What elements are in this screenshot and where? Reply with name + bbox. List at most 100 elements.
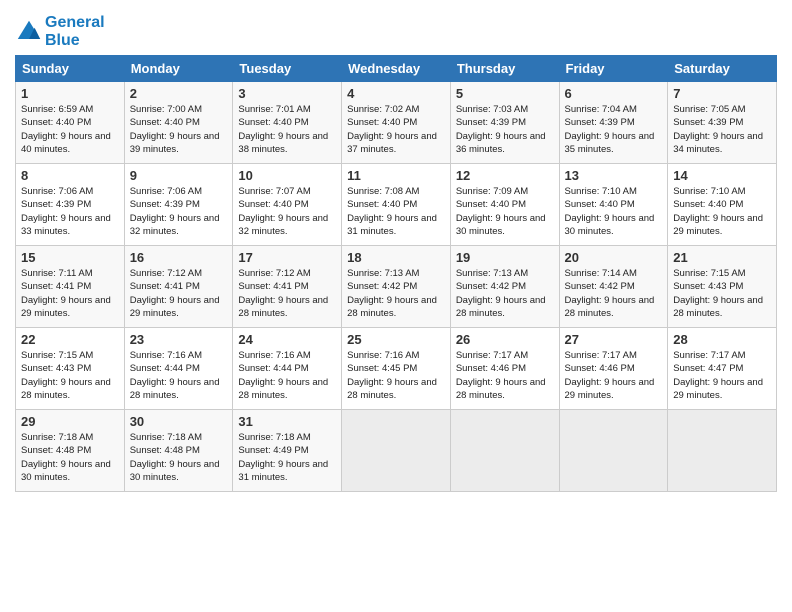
weekday-header: Friday: [559, 56, 668, 82]
calendar-day-cell: 20 Sunrise: 7:14 AMSunset: 4:42 PMDayligh…: [559, 246, 668, 328]
calendar-day-cell: 12Sunrise: 7:09 AMSunset: 4:40 PMDayligh…: [450, 164, 559, 246]
day-number: 23: [130, 332, 228, 347]
day-info: Sunrise: 7:13 AMSunset: 4:42 PMDaylight:…: [347, 267, 445, 320]
calendar-day-cell: 22 Sunrise: 7:15 AMSunset: 4:43 PMDayligh…: [16, 328, 125, 410]
calendar-day-cell: 6Sunrise: 7:04 AMSunset: 4:39 PMDaylight…: [559, 82, 668, 164]
calendar-day-cell: 5 Sunrise: 7:03 AMSunset: 4:39 PMDaylight…: [450, 82, 559, 164]
calendar-day-cell: 3 Sunrise: 7:01 AMSunset: 4:40 PMDaylight…: [233, 82, 342, 164]
day-info: Sunrise: 7:10 AMSunset: 4:40 PMDaylight:…: [673, 185, 771, 238]
calendar-day-cell: 21Sunrise: 7:15 AMSunset: 4:43 PMDayligh…: [668, 246, 777, 328]
day-number: 13: [565, 168, 663, 183]
day-number: 6: [565, 86, 663, 101]
day-number: 28: [673, 332, 771, 347]
day-info: Sunrise: 7:17 AMSunset: 4:46 PMDaylight:…: [456, 349, 554, 402]
calendar-week-row: 29Sunrise: 7:18 AMSunset: 4:48 PMDayligh…: [16, 410, 777, 492]
header-area: General Blue: [15, 10, 777, 49]
logo: General Blue: [15, 14, 105, 49]
calendar-week-row: 22 Sunrise: 7:15 AMSunset: 4:43 PMDayligh…: [16, 328, 777, 410]
day-info: Sunrise: 7:12 AMSunset: 4:41 PMDaylight:…: [130, 267, 228, 320]
day-number: 21: [673, 250, 771, 265]
day-info: Sunrise: 7:14 AMSunset: 4:42 PMDaylight:…: [565, 267, 663, 320]
day-info: Sunrise: 7:11 AMSunset: 4:41 PMDaylight:…: [21, 267, 119, 320]
day-number: 20: [565, 250, 663, 265]
calendar-day-cell: [559, 410, 668, 492]
day-number: 1: [21, 86, 119, 101]
day-info: Sunrise: 7:16 AMSunset: 4:45 PMDaylight:…: [347, 349, 445, 402]
day-number: 3: [238, 86, 336, 101]
calendar-day-cell: 11 Sunrise: 7:08 AMSunset: 4:40 PMDayligh…: [342, 164, 451, 246]
day-number: 24: [238, 332, 336, 347]
day-info: Sunrise: 7:15 AMSunset: 4:43 PMDaylight:…: [21, 349, 119, 402]
day-info: Sunrise: 7:18 AMSunset: 4:49 PMDaylight:…: [238, 431, 336, 484]
day-info: Sunrise: 7:01 AMSunset: 4:40 PMDaylight:…: [238, 103, 336, 156]
calendar-day-cell: [342, 410, 451, 492]
day-number: 22: [21, 332, 119, 347]
day-number: 8: [21, 168, 119, 183]
calendar-day-cell: 8Sunrise: 7:06 AMSunset: 4:39 PMDaylight…: [16, 164, 125, 246]
day-number: 14: [673, 168, 771, 183]
day-info: Sunrise: 7:07 AMSunset: 4:40 PMDaylight:…: [238, 185, 336, 238]
calendar-day-cell: 18Sunrise: 7:13 AMSunset: 4:42 PMDayligh…: [342, 246, 451, 328]
calendar-day-cell: 27Sunrise: 7:17 AMSunset: 4:46 PMDayligh…: [559, 328, 668, 410]
day-number: 26: [456, 332, 554, 347]
calendar-day-cell: 2 Sunrise: 7:00 AMSunset: 4:40 PMDaylight…: [124, 82, 233, 164]
day-info: Sunrise: 6:59 AMSunset: 4:40 PMDaylight:…: [21, 103, 119, 156]
page-container: General Blue SundayMondayTuesdayWednesda…: [0, 0, 792, 502]
calendar-day-cell: 14 Sunrise: 7:10 AMSunset: 4:40 PMDayligh…: [668, 164, 777, 246]
day-number: 11: [347, 168, 445, 183]
calendar-day-cell: 1 Sunrise: 6:59 AMSunset: 4:40 PMDaylight…: [16, 82, 125, 164]
day-info: Sunrise: 7:16 AMSunset: 4:44 PMDaylight:…: [238, 349, 336, 402]
calendar-day-cell: 24 Sunrise: 7:16 AMSunset: 4:44 PMDayligh…: [233, 328, 342, 410]
day-number: 30: [130, 414, 228, 429]
day-number: 31: [238, 414, 336, 429]
day-info: Sunrise: 7:00 AMSunset: 4:40 PMDaylight:…: [130, 103, 228, 156]
calendar-day-cell: 29Sunrise: 7:18 AMSunset: 4:48 PMDayligh…: [16, 410, 125, 492]
day-number: 15: [21, 250, 119, 265]
day-info: Sunrise: 7:17 AMSunset: 4:47 PMDaylight:…: [673, 349, 771, 402]
day-info: Sunrise: 7:18 AMSunset: 4:48 PMDaylight:…: [21, 431, 119, 484]
logo-icon: [15, 18, 43, 46]
calendar-day-cell: 7 Sunrise: 7:05 AMSunset: 4:39 PMDaylight…: [668, 82, 777, 164]
day-info: Sunrise: 7:13 AMSunset: 4:42 PMDaylight:…: [456, 267, 554, 320]
calendar-day-cell: 4 Sunrise: 7:02 AMSunset: 4:40 PMDaylight…: [342, 82, 451, 164]
calendar-day-cell: 19 Sunrise: 7:13 AMSunset: 4:42 PMDayligh…: [450, 246, 559, 328]
calendar-day-cell: 17 Sunrise: 7:12 AMSunset: 4:41 PMDayligh…: [233, 246, 342, 328]
logo-text: General Blue: [45, 14, 105, 49]
day-info: Sunrise: 7:10 AMSunset: 4:40 PMDaylight:…: [565, 185, 663, 238]
day-info: Sunrise: 7:03 AMSunset: 4:39 PMDaylight:…: [456, 103, 554, 156]
day-number: 2: [130, 86, 228, 101]
calendar-day-cell: 13 Sunrise: 7:10 AMSunset: 4:40 PMDayligh…: [559, 164, 668, 246]
day-info: Sunrise: 7:02 AMSunset: 4:40 PMDaylight:…: [347, 103, 445, 156]
day-info: Sunrise: 7:16 AMSunset: 4:44 PMDaylight:…: [130, 349, 228, 402]
calendar-day-cell: 15 Sunrise: 7:11 AMSunset: 4:41 PMDayligh…: [16, 246, 125, 328]
day-number: 5: [456, 86, 554, 101]
calendar-day-cell: 30 Sunrise: 7:18 AMSunset: 4:48 PMDayligh…: [124, 410, 233, 492]
day-number: 4: [347, 86, 445, 101]
calendar-header-row: SundayMondayTuesdayWednesdayThursdayFrid…: [16, 56, 777, 82]
calendar-day-cell: 25Sunrise: 7:16 AMSunset: 4:45 PMDayligh…: [342, 328, 451, 410]
day-info: Sunrise: 7:05 AMSunset: 4:39 PMDaylight:…: [673, 103, 771, 156]
day-info: Sunrise: 7:09 AMSunset: 4:40 PMDaylight:…: [456, 185, 554, 238]
weekday-header: Monday: [124, 56, 233, 82]
calendar-table: SundayMondayTuesdayWednesdayThursdayFrid…: [15, 55, 777, 492]
day-info: Sunrise: 7:08 AMSunset: 4:40 PMDaylight:…: [347, 185, 445, 238]
weekday-header: Thursday: [450, 56, 559, 82]
calendar-day-cell: 23 Sunrise: 7:16 AMSunset: 4:44 PMDayligh…: [124, 328, 233, 410]
calendar-day-cell: 16Sunrise: 7:12 AMSunset: 4:41 PMDayligh…: [124, 246, 233, 328]
calendar-day-cell: 26 Sunrise: 7:17 AMSunset: 4:46 PMDayligh…: [450, 328, 559, 410]
calendar-day-cell: 9Sunrise: 7:06 AMSunset: 4:39 PMDaylight…: [124, 164, 233, 246]
weekday-header: Wednesday: [342, 56, 451, 82]
calendar-week-row: 1 Sunrise: 6:59 AMSunset: 4:40 PMDaylight…: [16, 82, 777, 164]
calendar-day-cell: [450, 410, 559, 492]
day-info: Sunrise: 7:18 AMSunset: 4:48 PMDaylight:…: [130, 431, 228, 484]
weekday-header: Saturday: [668, 56, 777, 82]
day-number: 10: [238, 168, 336, 183]
weekday-header: Sunday: [16, 56, 125, 82]
calendar-week-row: 15 Sunrise: 7:11 AMSunset: 4:41 PMDayligh…: [16, 246, 777, 328]
day-number: 7: [673, 86, 771, 101]
day-number: 19: [456, 250, 554, 265]
day-info: Sunrise: 7:17 AMSunset: 4:46 PMDaylight:…: [565, 349, 663, 402]
calendar-day-cell: 31 Sunrise: 7:18 AMSunset: 4:49 PMDayligh…: [233, 410, 342, 492]
day-info: Sunrise: 7:12 AMSunset: 4:41 PMDaylight:…: [238, 267, 336, 320]
day-number: 17: [238, 250, 336, 265]
